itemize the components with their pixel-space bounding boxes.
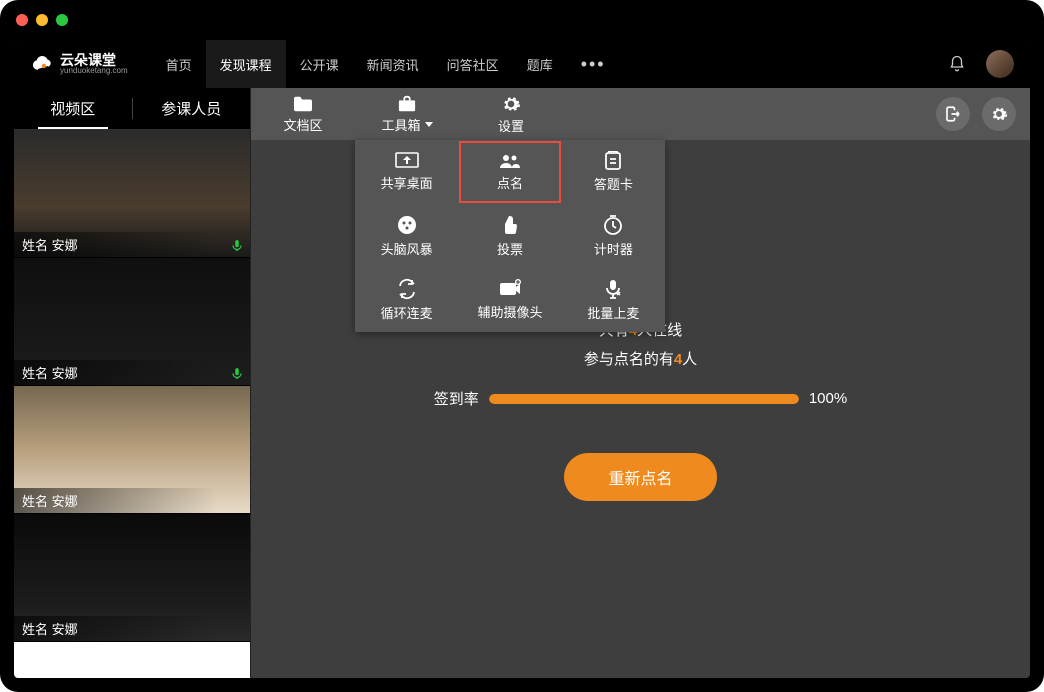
tab-participants[interactable]: 参课人员 bbox=[133, 88, 251, 129]
video-list: 姓名 安娜 姓名 安娜 姓名 安娜 姓名 安娜 bbox=[14, 130, 250, 678]
toolbar-settings[interactable]: 设置 bbox=[459, 88, 563, 140]
avatar[interactable] bbox=[986, 50, 1014, 78]
gear-icon bbox=[501, 94, 521, 114]
nav-home[interactable]: 首页 bbox=[152, 40, 206, 88]
toolbar-toolbox[interactable]: 工具箱 bbox=[355, 88, 459, 140]
nav-more-icon[interactable]: ••• bbox=[567, 54, 620, 75]
video-tile[interactable]: 姓名 安娜 bbox=[14, 514, 250, 642]
mic-on-icon bbox=[230, 367, 244, 381]
main-panel: 文档区 工具箱 设置 bbox=[251, 88, 1030, 678]
tool-timer[interactable]: 计时器 bbox=[562, 204, 665, 268]
tool-loop-mic[interactable]: 循环连麦 bbox=[355, 268, 458, 332]
chevron-down-icon bbox=[425, 122, 433, 127]
checkin-progress-fill bbox=[489, 394, 799, 404]
video-tile[interactable] bbox=[14, 642, 250, 678]
folder-icon bbox=[292, 95, 314, 113]
cloud-logo-icon bbox=[30, 52, 54, 76]
video-name: 姓名 安娜 bbox=[14, 488, 218, 513]
exit-button[interactable] bbox=[936, 97, 970, 131]
briefcase-icon bbox=[396, 95, 418, 113]
video-tile[interactable]: 姓名 安娜 bbox=[14, 258, 250, 386]
nav-open-course[interactable]: 公开课 bbox=[286, 40, 353, 88]
toolbar-doc-area[interactable]: 文档区 bbox=[251, 88, 355, 140]
video-tile[interactable]: 姓名 安娜 bbox=[14, 386, 250, 514]
share-screen-icon bbox=[395, 152, 419, 170]
tool-aux-camera[interactable]: 辅助摄像头 bbox=[458, 268, 561, 332]
checkin-progress-bar bbox=[489, 394, 799, 404]
tool-share-screen[interactable]: 共享桌面 bbox=[355, 140, 458, 204]
tool-rollcall[interactable]: 点名 bbox=[458, 140, 561, 204]
tool-answer-card[interactable]: 答题卡 bbox=[562, 140, 665, 204]
mic-on-icon bbox=[230, 239, 244, 253]
checkin-rate-row: 签到率 100% bbox=[434, 388, 847, 409]
tool-batch-mic[interactable]: 批量上麦 bbox=[562, 268, 665, 332]
tab-video[interactable]: 视频区 bbox=[14, 88, 132, 129]
vote-icon bbox=[500, 214, 520, 236]
checkin-rate-label: 签到率 bbox=[434, 388, 479, 409]
camera-plus-icon bbox=[498, 279, 522, 299]
video-name: 姓名 安娜 bbox=[14, 360, 218, 385]
logo[interactable]: 云朵课堂 yunduoketang.com bbox=[30, 52, 128, 76]
traffic-lights bbox=[16, 14, 68, 26]
toolbox-dropdown: 共享桌面 点名 答题卡 头脑风暴 bbox=[355, 140, 665, 332]
video-name: 姓名 安娜 bbox=[14, 232, 218, 257]
brainstorm-icon bbox=[396, 214, 418, 236]
loop-mic-icon bbox=[396, 278, 418, 300]
tool-vote[interactable]: 投票 bbox=[458, 204, 561, 268]
maximize-window-icon[interactable] bbox=[56, 14, 68, 26]
left-panel: 视频区 参课人员 姓名 安娜 姓名 安娜 bbox=[14, 88, 251, 678]
rollcall-icon bbox=[498, 152, 522, 170]
nav-news[interactable]: 新闻资讯 bbox=[353, 40, 433, 88]
checkin-rate-value: 100% bbox=[809, 390, 847, 407]
logo-text-cn: 云朵课堂 bbox=[60, 53, 128, 67]
tool-brainstorm[interactable]: 头脑风暴 bbox=[355, 204, 458, 268]
nav-discover[interactable]: 发现课程 bbox=[206, 40, 286, 88]
main-toolbar: 文档区 工具箱 设置 bbox=[251, 88, 1030, 140]
batch-mic-icon bbox=[603, 278, 623, 300]
rollcall-again-button[interactable]: 重新点名 bbox=[564, 453, 716, 501]
nav-qa[interactable]: 问答社区 bbox=[433, 40, 513, 88]
nav-question-bank[interactable]: 题库 bbox=[513, 40, 567, 88]
answer-card-icon bbox=[603, 151, 623, 171]
video-tile[interactable]: 姓名 安娜 bbox=[14, 130, 250, 258]
video-thumb bbox=[14, 642, 250, 678]
left-tabs: 视频区 参课人员 bbox=[14, 88, 250, 130]
timer-icon bbox=[602, 214, 624, 236]
video-name: 姓名 安娜 bbox=[14, 616, 218, 641]
settings-button[interactable] bbox=[982, 97, 1016, 131]
close-window-icon[interactable] bbox=[16, 14, 28, 26]
logo-text-en: yunduoketang.com bbox=[60, 67, 128, 75]
minimize-window-icon[interactable] bbox=[36, 14, 48, 26]
bell-icon[interactable] bbox=[948, 55, 966, 73]
top-nav: 云朵课堂 yunduoketang.com 首页 发现课程 公开课 新闻资讯 问… bbox=[14, 40, 1030, 88]
